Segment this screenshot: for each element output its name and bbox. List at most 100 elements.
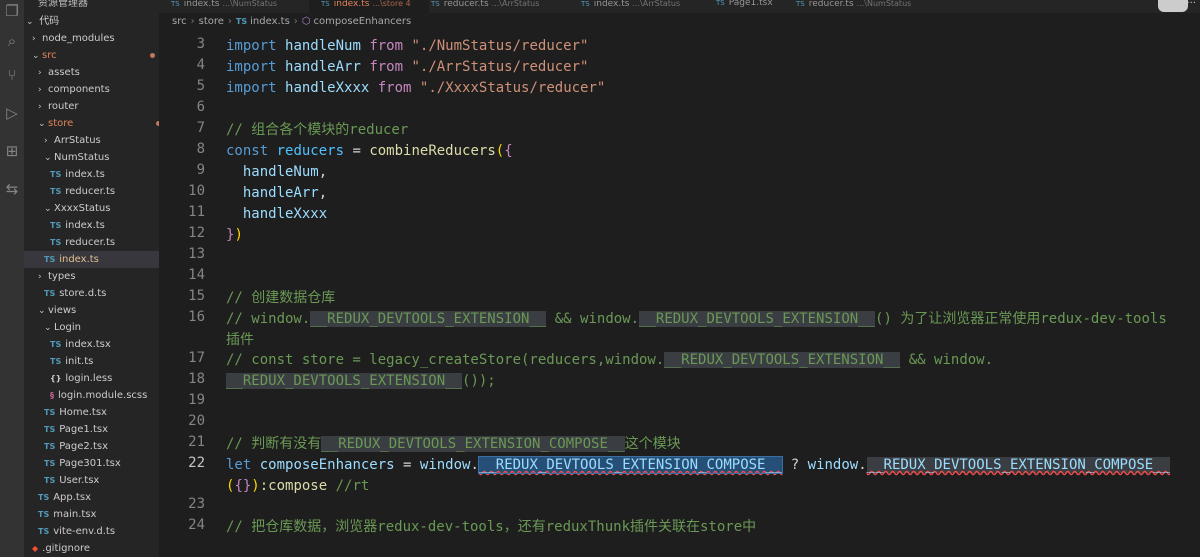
- tree-item-label: Page301.tsx: [59, 458, 121, 469]
- code-line[interactable]: import handleNum from "./NumStatus/reduc…: [226, 36, 588, 57]
- chevron-right-icon: ›: [227, 16, 232, 27]
- search-icon[interactable]: ⌕: [3, 32, 21, 50]
- file-item[interactable]: TS main.tsx: [24, 506, 159, 523]
- folder-item[interactable]: ⌄ Login: [24, 319, 159, 336]
- tree-item-label: XxxxStatus: [54, 203, 111, 214]
- file-item[interactable]: TS Page1.tsx: [24, 421, 159, 438]
- folder-item[interactable]: ⌄ src: [24, 47, 159, 64]
- editor-tab[interactable]: TS index.ts ...\ArrStatus: [569, 0, 716, 13]
- folder-item[interactable]: › types: [24, 268, 159, 285]
- code-line[interactable]: // const store = legacy_createStore(redu…: [226, 350, 993, 392]
- editor-tab[interactable]: TS reducer.ts ...\ArrStatus: [419, 0, 581, 13]
- code-line[interactable]: // 组合各个模块的reducer: [226, 120, 408, 141]
- folder-item[interactable]: ⌄ XxxxStatus: [24, 200, 159, 217]
- ts-file-icon: TS: [38, 493, 50, 502]
- code-line[interactable]: // window.__REDUX_DEVTOOLS_EXTENSION__ &…: [226, 309, 1167, 351]
- code-line[interactable]: handleXxxx: [226, 204, 327, 225]
- file-item[interactable]: TS reducer.ts: [24, 234, 159, 251]
- tree-item-label: views: [48, 305, 77, 316]
- line-number: 16: [188, 309, 205, 325]
- file-item[interactable]: TS index.ts: [24, 217, 159, 234]
- code-line[interactable]: // 判断有没有__REDUX_DEVTOOLS_EXTENSION_COMPO…: [226, 434, 681, 455]
- editor-tab[interactable]: TS reducer.ts ...\NumStatus: [784, 0, 946, 13]
- file-item[interactable]: TS reducer.ts: [24, 183, 159, 200]
- line-number: 18: [188, 371, 205, 387]
- code-line[interactable]: handleNum,: [226, 162, 327, 183]
- folder-item[interactable]: ⌄ views: [24, 302, 159, 319]
- breadcrumb-file[interactable]: index.ts: [250, 16, 290, 27]
- breadcrumb-symbol[interactable]: composeEnhancers: [314, 16, 412, 27]
- file-item[interactable]: TSindex.ts4: [24, 251, 159, 268]
- avatar[interactable]: [1158, 0, 1188, 12]
- source-control-icon[interactable]: ⑂: [3, 66, 21, 84]
- folder-item[interactable]: › ArrStatus: [24, 132, 159, 149]
- breadcrumb-store[interactable]: store: [199, 16, 224, 27]
- tree-item-label: store.d.ts: [59, 288, 107, 299]
- ts-file-icon: TS: [38, 510, 50, 519]
- folder-item[interactable]: › router: [24, 98, 159, 115]
- editor-tab[interactable]: TS index.ts ...\store 4: [309, 0, 429, 13]
- tab-description: ...\ArrStatus: [632, 0, 681, 8]
- folder-item[interactable]: › components: [24, 81, 159, 98]
- code-line[interactable]: import handleArr from "./ArrStatus/reduc…: [226, 57, 588, 78]
- file-item[interactable]: TS App.tsx: [24, 489, 159, 506]
- code-line[interactable]: let composeEnhancers = window.__REDUX_DE…: [226, 455, 1171, 497]
- tree-item-label: types: [48, 271, 76, 282]
- remote-icon[interactable]: ⇆: [3, 180, 21, 198]
- tab-description: ...\NumStatus: [222, 0, 278, 8]
- file-item[interactable]: § login.module.scss: [24, 387, 159, 404]
- tree-item-label: Page2.tsx: [59, 441, 109, 452]
- explorer-icon[interactable]: ❐: [3, 2, 21, 20]
- line-number: 13: [188, 246, 205, 262]
- line-number: 15: [188, 288, 205, 304]
- code-line[interactable]: import handleXxxx from "./XxxxStatus/red…: [226, 78, 605, 99]
- file-item[interactable]: TS Page301.tsx: [24, 455, 159, 472]
- folder-item[interactable]: ⌄ store: [24, 115, 159, 132]
- tab-description: ...\NumStatus: [856, 0, 912, 8]
- file-item[interactable]: TS User.tsx: [24, 472, 159, 489]
- file-item[interactable]: TS Home.tsx: [24, 404, 159, 421]
- workspace-root[interactable]: ⌄ 代码: [24, 13, 159, 30]
- line-number: 19: [188, 392, 205, 408]
- code-line[interactable]: const reducers = combineReducers({: [226, 141, 513, 162]
- run-debug-icon[interactable]: ▷: [3, 104, 21, 122]
- tree-item-label: assets: [48, 67, 80, 78]
- chevron-down-icon: ⌄: [26, 17, 34, 27]
- more-actions-icon[interactable]: ···: [1186, 0, 1196, 9]
- tree-item-label: NumStatus: [54, 152, 110, 163]
- ts-file-icon: TS: [796, 0, 805, 8]
- code-line[interactable]: // 把仓库数据，浏览器redux-dev-tools，还有reduxThunk…: [226, 517, 756, 538]
- tree-item-label: main.tsx: [53, 509, 97, 520]
- line-number: 8: [196, 141, 205, 157]
- code-line[interactable]: }): [226, 225, 243, 246]
- file-item[interactable]: TS init.ts: [24, 353, 159, 370]
- folder-item[interactable]: › assets: [24, 64, 159, 81]
- code-editor[interactable]: 3 4 5 6 7 8 9 10 11 12 13 14 15 16 17 18 19 20 21 22 23 24 im…: [159, 31, 1200, 557]
- file-item[interactable]: TS store.d.ts: [24, 285, 159, 302]
- code-line[interactable]: handleArr,: [226, 183, 327, 204]
- file-item[interactable]: TS Page2.tsx: [24, 438, 159, 455]
- file-item[interactable]: TS index.tsx: [24, 336, 159, 353]
- tree-item-label: reducer.ts: [65, 186, 116, 197]
- file-item[interactable]: {} login.less: [24, 370, 159, 387]
- chevron-down-icon: ⌄: [44, 323, 52, 333]
- ts-file-icon: TS: [44, 255, 56, 264]
- folder-item[interactable]: › node_modules: [24, 30, 159, 47]
- line-number: 20: [188, 413, 205, 429]
- code-line[interactable]: // 创建数据仓库: [226, 288, 335, 309]
- file-item[interactable]: ◆ .gitignore: [24, 540, 159, 557]
- folder-item[interactable]: ⌄ NumStatus: [24, 149, 159, 166]
- ts-file-icon: TS: [171, 0, 180, 8]
- tab-label: index.ts: [333, 0, 370, 9]
- tree-item-label: init.ts: [65, 356, 94, 367]
- editor-tab[interactable]: TS Page1.tsx: [704, 0, 796, 13]
- breadcrumb-src[interactable]: src: [172, 16, 187, 27]
- editor-tab[interactable]: TS index.ts ...\NumStatus: [159, 0, 321, 13]
- file-item[interactable]: TS vite-env.d.ts: [24, 523, 159, 540]
- tree-item-label: node_modules: [42, 33, 115, 44]
- tree-item-label: router: [48, 101, 79, 112]
- tree-item-label: index.tsx: [65, 339, 111, 350]
- file-item[interactable]: TS index.ts: [24, 166, 159, 183]
- tree-item-label: index.ts: [65, 220, 105, 231]
- extensions-icon[interactable]: ⊞: [3, 142, 21, 160]
